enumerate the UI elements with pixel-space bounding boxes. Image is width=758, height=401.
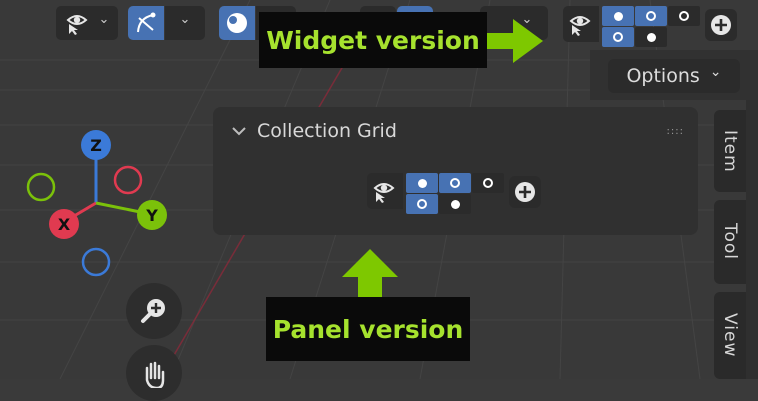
collection-slot-1[interactable]	[406, 173, 438, 193]
collection-slot-1[interactable]	[602, 6, 634, 26]
navigation-gizmo[interactable]: Z X Y	[20, 125, 180, 285]
collection-slot-2[interactable]	[439, 173, 471, 193]
tab-view[interactable]: View	[714, 292, 746, 379]
neg-x-axis-handle[interactable]	[113, 165, 143, 195]
collection-slot-empty	[668, 27, 700, 47]
collection-slot-5[interactable]	[439, 194, 471, 214]
options-dropdown[interactable]: Options ⌄	[608, 59, 740, 93]
collection-ring-icon	[646, 11, 656, 21]
collection-slot-4[interactable]	[602, 27, 634, 47]
panel-title[interactable]: Collection Grid	[257, 120, 397, 142]
widget-version-callout: Widget version	[259, 12, 487, 68]
collection-ring-icon	[483, 178, 493, 188]
visibility-select-icon	[373, 183, 395, 203]
panel-version-callout: Panel version	[266, 297, 470, 361]
sidebar-tab-strip	[746, 100, 758, 379]
zoom-button[interactable]	[126, 283, 182, 339]
add-collection-button[interactable]	[705, 9, 737, 41]
collection-ring-icon	[417, 199, 427, 209]
hand-pan-icon	[145, 361, 165, 388]
tab-view-label: View	[720, 313, 740, 358]
z-axis-label: Z	[90, 136, 102, 155]
tab-item-label: Item	[720, 129, 740, 173]
overlay-toggle-button[interactable]	[219, 6, 255, 40]
visibility-select-icon	[569, 16, 591, 36]
options-label: Options	[626, 65, 700, 87]
collection-dot-icon	[417, 178, 427, 188]
visibility-select-icon	[66, 15, 88, 35]
tab-tool-label: Tool	[720, 223, 740, 261]
collection-ring-icon	[613, 32, 623, 42]
gizmo-toggle-icon	[137, 12, 156, 33]
collection-ring-icon	[679, 11, 689, 21]
neg-z-axis-handle[interactable]	[81, 247, 111, 277]
neg-y-axis-handle[interactable]	[26, 172, 56, 202]
drag-grip-icon[interactable]: ::::	[667, 126, 684, 137]
chevron-down-icon: ⌄	[179, 11, 191, 27]
visibility-select-button[interactable]	[367, 173, 403, 209]
collection-dot-icon	[450, 199, 460, 209]
collection-grid-widget	[563, 6, 737, 47]
arrow-up-icon	[342, 249, 398, 299]
collection-dot-icon	[613, 11, 623, 21]
collection-dot-icon	[646, 32, 656, 42]
collection-slot-3[interactable]	[668, 6, 700, 26]
collection-slot-3[interactable]	[472, 173, 504, 193]
collection-ring-icon	[450, 178, 460, 188]
gizmo-toggle-button[interactable]	[128, 6, 164, 40]
collection-slot-2[interactable]	[635, 6, 667, 26]
chevron-down-icon: ⌄	[709, 64, 722, 80]
add-collection-button[interactable]	[509, 176, 541, 208]
y-axis-label: Y	[145, 206, 158, 225]
arrow-right-icon	[487, 19, 543, 63]
plus-icon	[711, 15, 731, 35]
gizmo-dropdown[interactable]: ⌄	[165, 6, 205, 40]
visibility-select-button[interactable]	[563, 6, 599, 42]
collection-slot-empty	[472, 194, 504, 214]
collection-slot-4[interactable]	[406, 194, 438, 214]
plus-icon	[515, 182, 535, 202]
shading-sphere-icon	[227, 13, 247, 33]
collection-grid-panel-widget	[367, 173, 541, 214]
tab-item[interactable]: Item	[714, 110, 746, 192]
x-axis-label: X	[58, 215, 71, 234]
tab-tool[interactable]: Tool	[714, 200, 746, 284]
chevron-down-icon: ⌄	[98, 11, 110, 27]
pan-button[interactable]	[126, 345, 182, 401]
collection-slot-5[interactable]	[635, 27, 667, 47]
collection-grid-panel: Collection Grid ::::	[213, 107, 698, 235]
chevron-down-icon[interactable]	[231, 125, 247, 137]
zoom-icon	[141, 299, 165, 323]
visibility-select-button[interactable]: ⌄	[56, 6, 118, 40]
